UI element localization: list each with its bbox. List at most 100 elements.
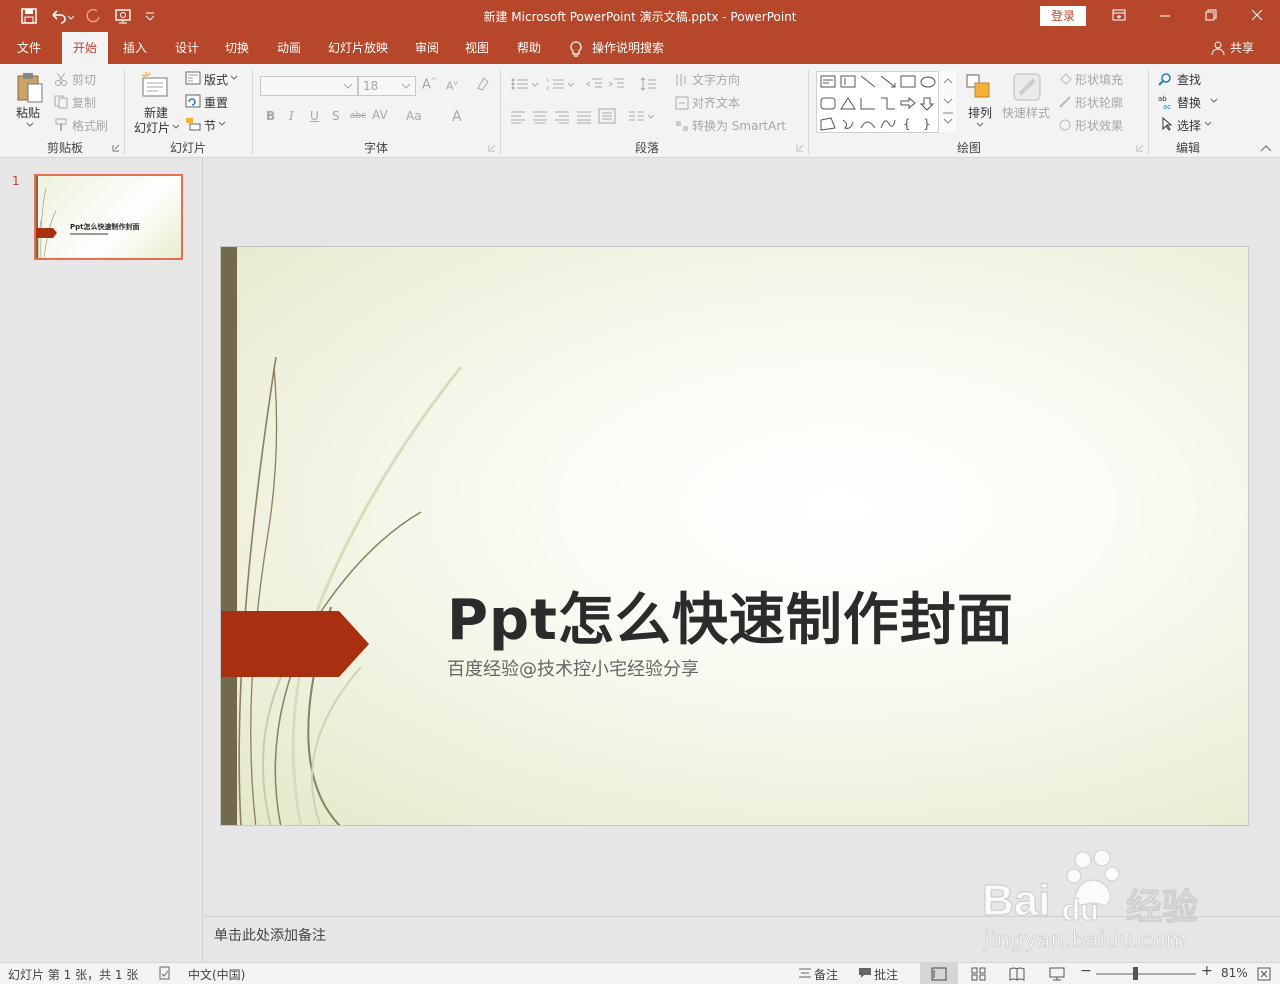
comments-toggle[interactable]: 批注 [874,966,898,983]
format-painter-button[interactable]: 格式刷 [72,117,108,134]
dialog-launcher-icon[interactable] [796,144,804,152]
shape-outline-button[interactable]: 形状轮廓 [1075,94,1123,111]
slide-thumbnail[interactable]: Ppt怎么快速制作封面 [34,174,183,260]
font-color-icon[interactable]: A [452,109,462,125]
normal-view-icon[interactable] [920,963,958,984]
align-text-button[interactable]: 对齐文本 [692,94,740,111]
align-right-icon[interactable] [554,110,570,124]
new-slide-icon[interactable] [140,70,170,104]
find-button[interactable]: 查找 [1177,71,1201,88]
clear-formatting-icon[interactable] [474,76,490,92]
replace-dropdown-icon[interactable] [1210,98,1218,104]
strikethrough-icon[interactable]: abc [350,111,366,121]
character-spacing-icon[interactable]: AV [372,108,388,122]
group-separator [808,70,809,154]
increase-indent-icon[interactable] [608,76,626,92]
shapes-scroll[interactable] [938,71,956,133]
collapse-ribbon-icon[interactable] [1260,144,1272,152]
share-button[interactable]: 共享 [1230,32,1254,64]
tab-transitions[interactable]: 切换 [216,32,258,64]
notes-toggle[interactable]: 备注 [814,966,838,983]
tell-me-search[interactable]: 操作说明搜索 [592,32,672,64]
underline-icon[interactable]: U [310,109,319,123]
distributed-icon[interactable] [598,108,616,124]
select-dropdown-icon[interactable] [1204,121,1212,127]
quick-styles-button[interactable]: 快速样式 [1002,104,1050,121]
tab-help[interactable]: 帮助 [508,32,550,64]
section-dropdown-icon[interactable] [218,121,226,127]
change-case-icon[interactable]: Aa [406,109,422,123]
new-slide-dropdown-icon[interactable] [172,124,180,130]
layout-button[interactable]: 版式 [204,71,228,88]
restore-icon[interactable] [1188,0,1234,32]
grow-font-icon[interactable]: A^ [422,77,437,92]
numbering-icon[interactable]: 12 [546,76,576,92]
language-indicator[interactable]: 中文(中国) [188,966,245,983]
spell-check-icon[interactable] [158,966,172,980]
tab-view[interactable]: 视图 [456,32,498,64]
shape-fill-button[interactable]: 形状填充 [1075,71,1123,88]
fit-to-window-icon[interactable] [1256,966,1272,982]
tab-animations[interactable]: 动画 [268,32,310,64]
decrease-indent-icon[interactable] [586,76,604,92]
font-name-combo[interactable] [260,76,358,96]
replace-button[interactable]: 替换 [1177,94,1201,111]
bullets-icon[interactable] [510,76,540,92]
paste-icon[interactable] [14,70,46,104]
tab-file[interactable]: 文件 [8,32,50,64]
select-button[interactable]: 选择 [1177,117,1201,134]
slide-title[interactable]: Ppt怎么快速制作封面 [447,575,1014,656]
quick-styles-icon[interactable] [1010,70,1044,104]
reset-button[interactable]: 重置 [204,94,228,111]
font-size-combo[interactable]: 18 [358,76,416,96]
shrink-font-icon[interactable]: Av [446,79,458,93]
svg-text:{: { [903,117,911,131]
tab-review[interactable]: 审阅 [406,32,448,64]
tab-design[interactable]: 设计 [166,32,208,64]
text-direction-button[interactable]: 文字方向 [692,71,740,88]
convert-smartart-button[interactable]: 转换为 SmartArt [692,117,786,134]
close-icon[interactable] [1234,0,1280,32]
tab-insert[interactable]: 插入 [114,32,156,64]
dialog-launcher-icon[interactable] [1136,144,1144,152]
slide-canvas[interactable]: Ppt怎么快速制作封面 百度经验@技术控小宅经验分享 [220,246,1249,826]
arrange-dropdown-icon[interactable] [976,122,984,128]
new-slide-label-2[interactable]: 幻灯片 [134,119,170,136]
paste-dropdown-icon[interactable] [26,122,34,128]
tab-home[interactable]: 开始 [62,32,108,64]
zoom-slider-track[interactable] [1096,973,1196,975]
zoom-slider-thumb[interactable] [1133,967,1138,980]
tab-slideshow[interactable]: 幻灯片放映 [322,32,394,64]
reading-view-icon[interactable] [1000,963,1034,984]
line-spacing-icon[interactable] [640,76,666,92]
shapes-gallery[interactable]: { } [816,71,956,133]
slide-sorter-icon[interactable] [962,963,996,984]
cut-button[interactable]: 剪切 [72,71,96,88]
dialog-launcher-icon[interactable] [488,144,496,152]
italic-icon[interactable]: I [289,109,294,123]
copy-button[interactable]: 复制 [72,94,96,111]
share-user-icon[interactable] [1210,40,1226,56]
section-button[interactable]: 节 [204,117,216,134]
slideshow-view-icon[interactable] [1040,963,1074,984]
text-shadow-icon[interactable]: S [332,109,340,123]
zoom-in-button[interactable]: + [1201,963,1213,979]
align-left-icon[interactable] [510,110,526,124]
login-button[interactable]: 登录 [1040,6,1086,26]
align-center-icon[interactable] [532,110,548,124]
layout-dropdown-icon[interactable] [230,75,238,81]
minimize-icon[interactable] [1142,0,1188,32]
slide-subtitle[interactable]: 百度经验@技术控小宅经验分享 [447,655,699,681]
bold-icon[interactable]: B [266,109,275,123]
text-direction-icon [674,72,690,88]
justify-icon[interactable] [576,110,592,124]
arrange-button[interactable]: 排列 [968,104,992,121]
arrange-icon[interactable] [964,72,994,102]
shape-effects-button[interactable]: 形状效果 [1075,117,1123,134]
ribbon-display-options-icon[interactable] [1096,0,1142,32]
dialog-launcher-icon[interactable] [112,144,120,152]
zoom-out-button[interactable]: − [1080,963,1092,979]
paste-button[interactable]: 粘贴 [16,104,40,121]
zoom-level[interactable]: 81% [1221,966,1248,980]
columns-icon[interactable] [628,110,656,124]
